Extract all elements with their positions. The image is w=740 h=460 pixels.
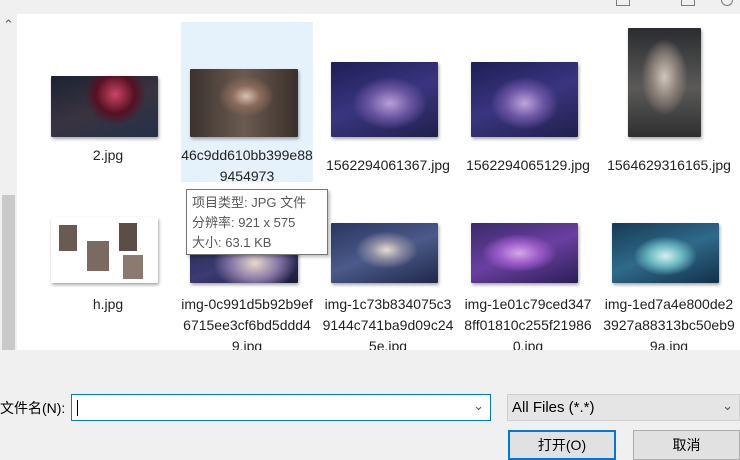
vertical-scrollbar[interactable]: ⌃ ⌄ [0, 14, 17, 373]
chevron-down-icon[interactable]: ⌄ [722, 398, 733, 414]
file-item[interactable]: 1564629316165.jpg [603, 22, 735, 182]
file-thumbnail [612, 223, 719, 283]
file-name: img-1e01c79ced3478ff01810c255f219860.jpg [464, 296, 592, 354]
tooltip-type: 项目类型: JPG 文件 [192, 195, 307, 210]
file-name: img-1c73b834075c39144c741ba9d09c245e.jpg [322, 296, 454, 354]
chevron-down-icon[interactable]: ⌄ [473, 398, 484, 414]
scroll-thumb[interactable] [2, 195, 15, 354]
filename-input[interactable]: ⌄ [71, 394, 491, 421]
file-info-tooltip: 项目类型: JPG 文件 分辨率: 921 x 575 大小: 63.1 KB [186, 189, 328, 255]
file-name: 2.jpg [92, 147, 124, 163]
file-item[interactable]: 2.jpg [42, 22, 174, 182]
file-thumbnail [471, 223, 578, 283]
view-menu-icon[interactable] [616, 0, 630, 6]
file-item[interactable]: h.jpg [42, 197, 174, 357]
cancel-button[interactable]: 取消 [633, 430, 740, 460]
file-thumbnail [51, 217, 158, 283]
tooltip-resolution: 分辨率: 921 x 575 [192, 215, 296, 230]
file-name: img-0c991d5b92b9ef6715ee3cf6bd5ddd49.jpg [181, 296, 313, 354]
file-list[interactable]: 2.jpg 46c9dd610bb399e889454973 156229406… [17, 14, 740, 354]
help-icon[interactable] [721, 0, 733, 6]
tooltip-size: 大小: 63.1 KB [192, 235, 272, 250]
file-thumbnail [51, 76, 158, 137]
file-type-value: All Files (*.*) [512, 399, 595, 416]
file-item[interactable]: 1562294061367.jpg [322, 22, 454, 182]
file-type-select[interactable]: All Files (*.*) ⌄ [507, 394, 740, 421]
file-name: h.jpg [92, 296, 124, 312]
file-thumbnail [331, 62, 438, 137]
scroll-up-icon[interactable]: ⌃ [3, 18, 14, 31]
file-name: 1564629316165.jpg [607, 157, 731, 173]
filename-label: 文件名(N): [0, 400, 66, 416]
file-thumbnail [628, 28, 701, 137]
file-item[interactable]: 1562294065129.jpg [462, 22, 594, 182]
text-caret [77, 400, 78, 416]
pane-toggle-icon[interactable] [681, 0, 695, 6]
file-item[interactable]: img-1e01c79ced3478ff01810c255f219860.jpg [462, 197, 594, 357]
file-item-selected[interactable]: 46c9dd610bb399e889454973 [181, 22, 313, 184]
file-item[interactable]: img-1c73b834075c39144c741ba9d09c245e.jpg [322, 197, 454, 357]
file-name: img-1ed7a4e800de23927a88313bc50eb99a.jpg [603, 296, 735, 354]
file-name: 46c9dd610bb399e889454973 [181, 147, 313, 184]
file-thumbnail [331, 223, 438, 283]
file-thumbnail [190, 69, 298, 137]
file-thumbnail [471, 62, 578, 137]
file-name: 1562294065129.jpg [466, 157, 590, 173]
file-item[interactable]: img-1ed7a4e800de23927a88313bc50eb99a.jpg [603, 197, 735, 357]
title-bar [0, 0, 740, 15]
open-button[interactable]: 打开(O) [508, 430, 616, 460]
file-name: 1562294061367.jpg [326, 157, 450, 173]
